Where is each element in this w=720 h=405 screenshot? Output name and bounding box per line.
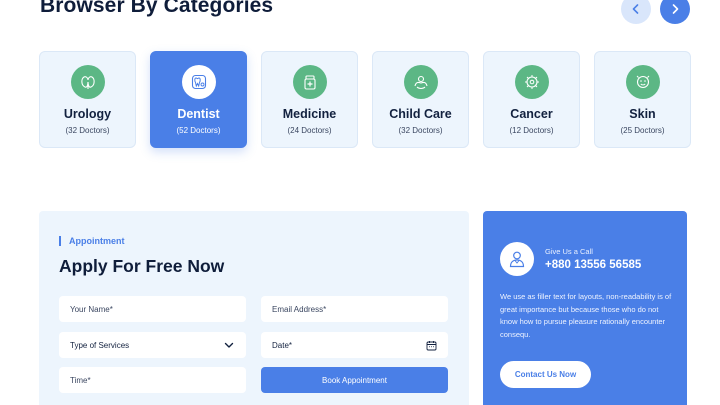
form-title: Apply For Free Now [59, 256, 225, 276]
contact-panel: Give Us a Call +880 13556 56585 We use a… [483, 211, 687, 405]
contact-us-button[interactable]: Contact Us Now [500, 361, 591, 388]
time-placeholder: Time* [70, 375, 91, 385]
category-card-skin[interactable]: Skin (25 Doctors) [594, 51, 691, 148]
category-count: (52 Doctors) [176, 126, 221, 135]
time-input[interactable]: Time* [59, 367, 246, 393]
cancer-icon [514, 65, 549, 99]
service-select[interactable]: Type of Services [59, 332, 246, 358]
category-card-dentist[interactable]: Dentist (52 Doctors) [150, 51, 247, 148]
chevron-right-icon [672, 4, 679, 14]
category-count: (32 Doctors) [65, 126, 110, 135]
tooth-icon [181, 65, 216, 99]
chevron-down-icon [224, 342, 234, 348]
skin-icon [625, 65, 660, 99]
category-count: (12 Doctors) [509, 126, 554, 135]
name-input[interactable]: Your Name* [59, 296, 246, 322]
urology-icon [70, 65, 105, 99]
category-card-medicine[interactable]: Medicine (24 Doctors) [261, 51, 358, 148]
call-label: Give Us a Call [545, 247, 593, 256]
category-name: Child Care [389, 107, 452, 121]
appointment-eyebrow: Appointment [59, 236, 125, 246]
category-card-child-care[interactable]: Child Care (32 Doctors) [372, 51, 469, 148]
calendar-icon [426, 340, 437, 350]
chevron-left-icon [632, 4, 639, 14]
next-button[interactable] [660, 0, 690, 24]
doctor-icon [509, 251, 525, 268]
child-care-icon [403, 65, 438, 99]
category-name: Medicine [282, 107, 337, 121]
category-name: Skin [629, 107, 656, 121]
date-placeholder: Date* [272, 340, 293, 350]
email-placeholder: Email Address* [272, 304, 327, 314]
category-card-cancer[interactable]: Cancer (12 Doctors) [483, 51, 580, 148]
category-count: (32 Doctors) [398, 126, 443, 135]
medicine-icon [292, 65, 327, 99]
appointment-form: Appointment Apply For Free Now Your Name… [39, 211, 469, 405]
category-name: Cancer [510, 107, 553, 121]
email-input[interactable]: Email Address* [261, 296, 448, 322]
prev-button[interactable] [621, 0, 651, 24]
category-count: (24 Doctors) [287, 126, 332, 135]
category-name: Urology [63, 107, 112, 121]
service-select-value: Type of Services [70, 340, 130, 350]
category-name: Dentist [177, 107, 220, 121]
category-card-urology[interactable]: Urology (32 Doctors) [39, 51, 136, 148]
book-appointment-button[interactable]: Book Appointment [261, 367, 448, 393]
date-input[interactable]: Date* [261, 332, 448, 358]
category-count: (25 Doctors) [620, 126, 665, 135]
avatar [500, 242, 534, 276]
name-placeholder: Your Name* [70, 304, 113, 314]
phone-number[interactable]: +880 13556 56585 [545, 259, 641, 271]
contact-blurb: We use as filler text for layouts, non-r… [500, 292, 672, 339]
section-title: Browser By Categories [40, 0, 274, 17]
